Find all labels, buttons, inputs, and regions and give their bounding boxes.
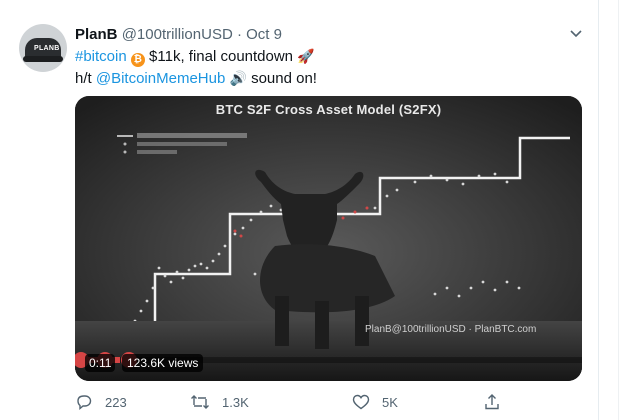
scrollbar-track[interactable] bbox=[618, 0, 619, 420]
tweet-actions: 223 1.3K 5K bbox=[75, 393, 545, 415]
avatar[interactable]: PLANB bbox=[19, 24, 67, 72]
video-time: 0:11 bbox=[85, 354, 116, 372]
share-icon bbox=[485, 394, 499, 410]
bitcoin-icon: ₿ bbox=[130, 53, 145, 67]
tweet-header: PlanB @100trillionUSD · Oct 9 bbox=[75, 26, 282, 43]
retweet-button[interactable]: 1.3K bbox=[190, 393, 249, 411]
hashtag-link[interactable]: #bitcoin bbox=[75, 48, 127, 65]
video-player[interactable]: BTC S2F Cross Asset Model (S2FX) PlanB@1… bbox=[75, 96, 582, 381]
cap-brim bbox=[23, 56, 63, 62]
reply-icon bbox=[77, 395, 92, 410]
author-handle[interactable]: @100trillionUSD bbox=[122, 26, 233, 43]
video-frame bbox=[75, 96, 582, 381]
hat-tip-prefix: h/t bbox=[75, 70, 96, 87]
reply-count: 223 bbox=[105, 394, 127, 410]
chevron-down-icon[interactable] bbox=[569, 28, 583, 42]
avatar-logo: PLANB bbox=[34, 45, 60, 52]
reply-button[interactable]: 223 bbox=[75, 393, 127, 411]
author-name[interactable]: PlanB bbox=[75, 26, 118, 43]
video-watermark: PlanB@100trillionUSD · PlanBTC.com bbox=[365, 324, 537, 335]
tweet[interactable]: PLANB PlanB @100trillionUSD · Oct 9 #bit… bbox=[0, 0, 600, 420]
rocket-icon: 🚀 bbox=[297, 48, 315, 64]
speaker-icon: 🔊 bbox=[229, 70, 247, 86]
like-button[interactable]: 5K bbox=[352, 393, 398, 411]
separator: · bbox=[236, 26, 242, 43]
video-views: 123.6K views bbox=[122, 354, 204, 372]
retweet-count: 1.3K bbox=[222, 394, 249, 410]
tweet-date[interactable]: Oct 9 bbox=[246, 26, 282, 43]
tweet-text-body: $11k, final countdown bbox=[144, 48, 298, 65]
tweet-text-line-1: #bitcoin ₿ $11k, final countdown 🚀 bbox=[75, 48, 315, 67]
video-chart-title: BTC S2F Cross Asset Model (S2FX) bbox=[215, 102, 442, 117]
right-gutter bbox=[599, 0, 641, 420]
share-button[interactable] bbox=[483, 393, 513, 411]
tweet-text-line-2: h/t @BitcoinMemeHub 🔊 sound on! bbox=[75, 70, 317, 87]
sound-on-text: sound on! bbox=[246, 70, 317, 87]
retweet-icon bbox=[191, 395, 209, 409]
heart-icon bbox=[352, 394, 370, 410]
like-count: 5K bbox=[382, 394, 398, 410]
mention-link[interactable]: @BitcoinMemeHub bbox=[96, 70, 225, 87]
